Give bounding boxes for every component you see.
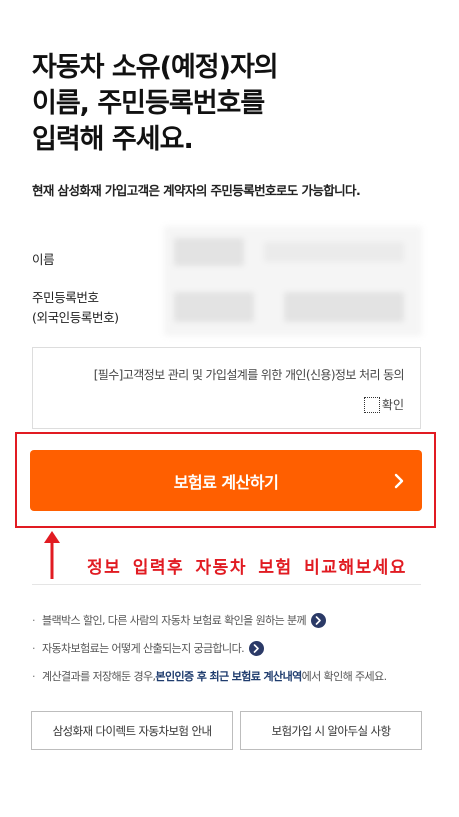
name-input-blur[interactable] [174, 238, 244, 266]
title-line-3: 입력해 주세요. [32, 124, 194, 155]
page-title: 자동차 소유(예정)자의 이름, 주민등록번호를 입력해 주세요. [32, 50, 432, 158]
rrn-back-input-blur[interactable] [284, 292, 404, 322]
rrn-label-line-2: (외국인등록번호) [32, 310, 119, 325]
name-label: 이름 [32, 252, 55, 267]
name-input-blur-2[interactable] [264, 242, 404, 262]
circle-arrow-icon[interactable] [311, 612, 327, 628]
calculate-premium-button[interactable]: 보험료 계산하기 [30, 450, 422, 511]
chevron-right-icon [394, 473, 404, 489]
calculate-premium-label: 보험료 계산하기 [173, 472, 279, 492]
consent-checkbox[interactable] [363, 396, 380, 413]
info-item-premium-calc-text[interactable]: 자동차보험료는 어떻게 산출되는지 궁금합니다. [42, 640, 245, 656]
divider [32, 584, 421, 585]
info-item-saved-post: 에서 확인해 주세요. [301, 670, 387, 683]
info-item-saved-results: · 계산결과를 저장해둔 경우, 본인인증 후 최근 보험료 계산내역 에서 확… [32, 665, 432, 687]
bullet: · [32, 641, 36, 655]
title-line-1: 자동차 소유(예정)자의 [32, 52, 279, 83]
info-item-blackbox-text[interactable]: 블랙박스 할인, 다른 사람의 자동차 보험료 확인을 원하는 분께 [42, 612, 307, 628]
arrow-up-icon [44, 531, 60, 579]
consent-confirm-label[interactable]: 확인 [382, 396, 404, 413]
rrn-front-input-blur[interactable] [174, 292, 254, 322]
consent-box: [필수]고객정보 관리 및 가입설계를 위한 개인(신용)정보 처리 동의 확인 [32, 347, 421, 429]
bullet: · [32, 613, 36, 627]
rrn-label: 주민등록번호 (외국인등록번호) [32, 288, 119, 328]
page-subtitle: 현재 삼성화재 가입고객은 계약자의 주민등록번호로도 가능합니다. [32, 183, 361, 198]
recent-calculation-link[interactable]: 본인인증 후 최근 보험료 계산내역 [155, 668, 302, 684]
title-line-2: 이름, 주민등록번호를 [32, 88, 265, 119]
bullet: · [32, 669, 36, 683]
consent-check-row[interactable]: 확인 [363, 396, 404, 413]
insurance-notes-button[interactable]: 보험가입 시 알아두실 사항 [240, 711, 422, 750]
info-item-blackbox[interactable]: · 블랙박스 할인, 다른 사람의 자동차 보험료 확인을 원하는 분께 [32, 609, 432, 631]
info-item-premium-calc[interactable]: · 자동차보험료는 어떻게 산출되는지 궁금합니다. [32, 637, 432, 659]
circle-arrow-icon[interactable] [249, 640, 264, 656]
rrn-label-line-1: 주민등록번호 [32, 290, 99, 305]
info-item-saved-pre: 계산결과를 저장해둔 경우, [42, 670, 156, 683]
info-list: · 블랙박스 할인, 다른 사람의 자동차 보험료 확인을 원하는 분께 · 자… [32, 609, 432, 693]
annotation-text: 정보 입력후 자동차 보험 비교해보세요 [87, 558, 407, 578]
blurred-input-area[interactable] [164, 226, 422, 336]
direct-auto-insurance-guide-button[interactable]: 삼성화재 다이렉트 자동차보험 안내 [31, 711, 233, 750]
consent-text: [필수]고객정보 관리 및 가입설계를 위한 개인(신용)정보 처리 동의 [93, 368, 405, 382]
